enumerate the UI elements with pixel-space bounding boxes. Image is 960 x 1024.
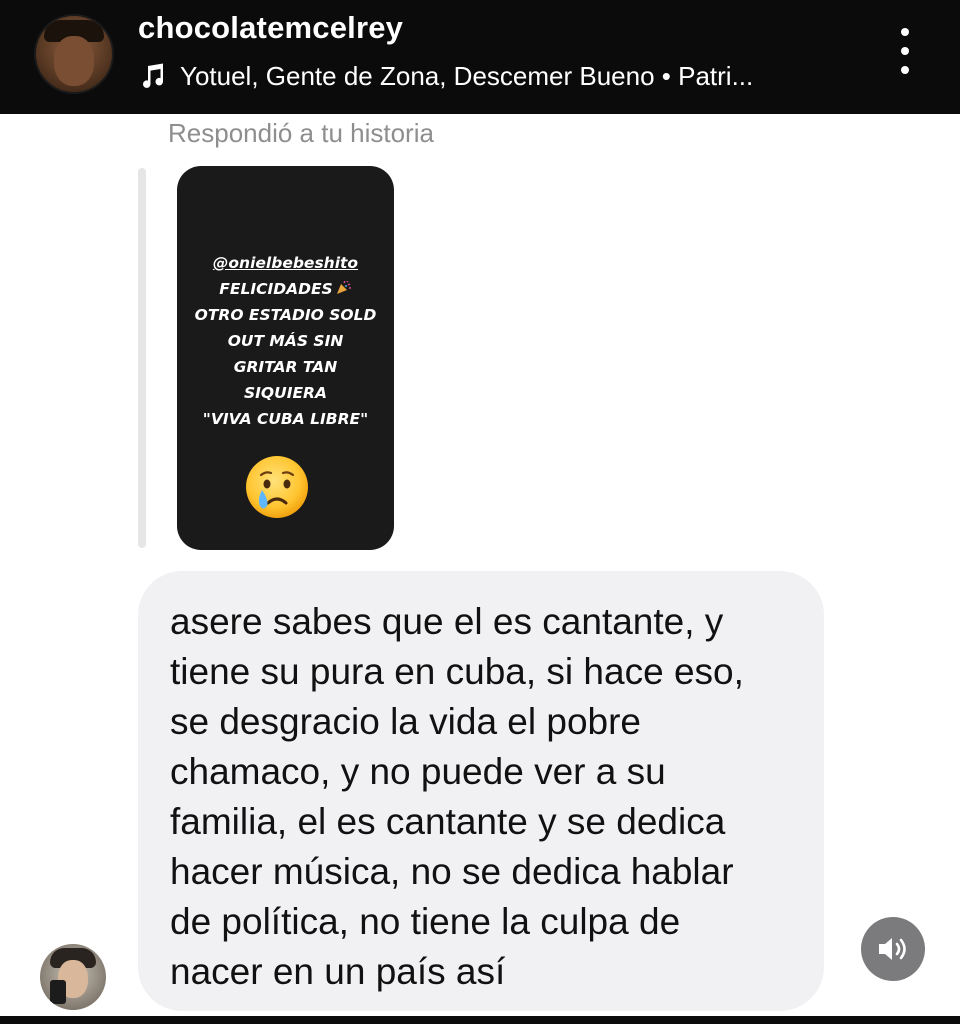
story-line-2: OTRO ESTADIO SOLD (194, 306, 377, 324)
music-text: Yotuel, Gente de Zona, Descemer Bueno • … (180, 60, 754, 91)
sender-avatar[interactable] (40, 944, 106, 1010)
story-line-4: GRITAR TAN (233, 358, 338, 376)
avatar-phone (50, 980, 66, 1004)
music-note-icon (143, 63, 164, 88)
reply-indicator-bar (138, 168, 146, 548)
profile-music[interactable]: Yotuel, Gente de Zona, Descemer Bueno • … (138, 58, 838, 94)
contact-username[interactable]: chocolatemcelrey (138, 10, 403, 46)
party-popper-icon (336, 281, 351, 294)
story-preview[interactable]: @onielbebeshito FELICIDADES OTRO ESTADIO… (177, 166, 394, 550)
message-text: asere sabes que el es cantante, y tiene … (170, 601, 744, 992)
story-mention: @onielbebeshito (212, 254, 359, 272)
bottom-edge (0, 1016, 960, 1024)
audio-play-button[interactable] (861, 917, 925, 981)
speaker-icon (879, 938, 906, 960)
chat-header: chocolatemcelrey Yotuel, Gente de Zona, … (0, 0, 960, 114)
story-line-6: "VIVA CUBA LIBRE" (202, 410, 369, 428)
contact-avatar[interactable] (34, 14, 114, 94)
chat-screen: chocolatemcelrey Yotuel, Gente de Zona, … (0, 0, 960, 1024)
story-line-3: OUT MÁS SIN (227, 332, 344, 350)
more-vertical-icon[interactable] (892, 28, 918, 74)
replied-to-story-label: Respondió a tu historia (168, 118, 434, 148)
story-line-1: FELICIDADES (177, 276, 394, 302)
crying-face-icon (246, 456, 308, 518)
avatar-face (54, 36, 94, 86)
story-text: @onielbebeshito FELICIDADES OTRO ESTADIO… (177, 250, 394, 432)
message-bubble[interactable]: asere sabes que el es cantante, y tiene … (138, 571, 824, 1011)
story-line-5: SIQUIERA (244, 384, 327, 402)
